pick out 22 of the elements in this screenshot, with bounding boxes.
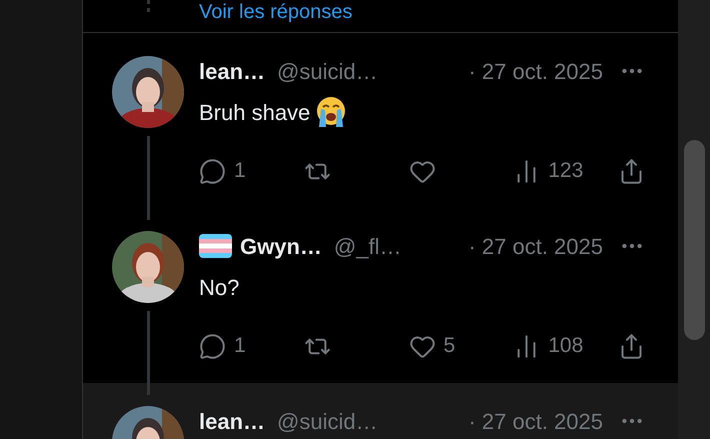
highlighted-post[interactable]: lean… @suicid… · 27 oct. 2025 xyxy=(83,383,678,439)
author-handle[interactable]: @suicid… xyxy=(277,54,378,88)
flag-icon xyxy=(199,234,232,258)
post-date[interactable]: · 27 oct. 2025 xyxy=(468,230,603,262)
show-replies-link[interactable]: Voir les réponses xyxy=(199,2,352,22)
author-handle[interactable]: @_fl… xyxy=(334,230,402,262)
speech-bubble-icon xyxy=(199,332,226,360)
speech-bubble-icon xyxy=(199,158,226,184)
views-button[interactable]: 123 xyxy=(513,155,584,187)
author-name[interactable]: lean… xyxy=(199,54,266,88)
like-button[interactable]: 5 xyxy=(408,330,456,362)
author-handle[interactable]: @suicid… xyxy=(277,404,378,438)
post-text: No? xyxy=(199,274,240,302)
reply-button[interactable]: 1 xyxy=(199,330,246,362)
post-date[interactable]: · 27 oct. 2025 xyxy=(468,404,603,438)
author-name[interactable]: lean… xyxy=(199,404,266,438)
reply-button[interactable]: 1 xyxy=(199,155,246,187)
scrollbar-thumb[interactable] xyxy=(684,140,704,340)
post-text: Bruh shave xyxy=(199,98,310,126)
views-button[interactable]: 108 xyxy=(513,330,584,362)
author-name[interactable]: Gwyn… xyxy=(240,230,322,262)
post-date[interactable]: · 27 oct. 2025 xyxy=(468,54,603,88)
